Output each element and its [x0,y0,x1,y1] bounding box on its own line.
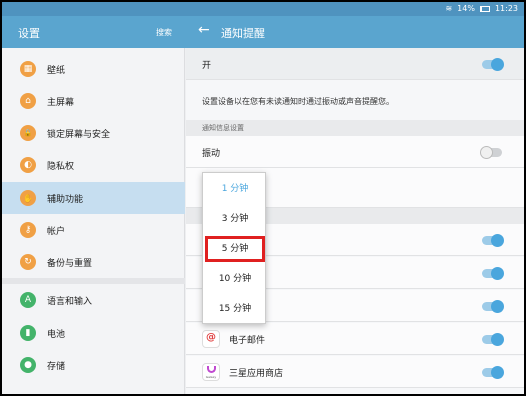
vibrate-label: 振动 [202,149,221,159]
settings-screen: ≋ 14% 11:23 设置 搜索 ← 通知提醒 ▦ 壁纸 ⌂ 主屏幕 🔒 锁定… [2,2,524,394]
sidebar-item-label: 主屏幕 [47,97,75,108]
sidebar-item-privacy[interactable]: ◐ 隐私权 [2,149,185,181]
battery-icon [479,5,490,12]
vibrate-row[interactable]: 振动 [186,136,524,168]
sidebar-item-label: 隐私权 [47,161,75,172]
email-toggle[interactable] [482,333,504,346]
app-toggle[interactable] [482,267,504,280]
interval-dropdown: 1 分钟 3 分钟 5 分钟 10 分钟 15 分钟 [202,172,266,324]
search-button[interactable]: 搜索 [156,27,172,38]
master-switch-row[interactable]: 开 [186,48,524,80]
page-title: 通知提醒 [221,27,265,40]
key-icon: ⚷ [20,222,36,238]
option-1-minute[interactable]: 1 分钟 [203,174,267,204]
sidebar-item-label: 锁定屏幕与安全 [47,129,111,140]
app-bar: 设置 搜索 ← 通知提醒 [2,16,524,48]
sidebar-item-accessibility[interactable]: ✋ 辅助功能 [2,182,185,214]
vibrate-toggle[interactable] [480,146,502,159]
sidebar-item-label: 语言和输入 [47,296,93,307]
lock-icon: 🔒 [20,125,36,141]
sidebar-item-label: 帐户 [47,226,66,237]
home-icon: ⌂ [20,93,36,109]
wallpaper-icon: ▦ [20,61,36,77]
description-text: 设置设备以在您有未读通知时通过振动或声音提醒您。 [202,97,394,106]
sidebar-item-label: 电池 [47,329,66,340]
sidebar-item-home-screen[interactable]: ⌂ 主屏幕 [2,85,185,117]
galaxy-apps-toggle[interactable] [482,366,504,379]
sidebar-item-wallpaper[interactable]: ▦ 壁纸 [2,53,185,85]
back-arrow-icon[interactable]: ← [198,22,210,38]
battery-percent: 14% [457,4,475,13]
app-label: 三星应用商店 [229,369,284,379]
sidebar-item-label: 壁纸 [47,65,66,76]
wifi-icon: ≋ [445,4,453,13]
app-toggle[interactable] [482,234,504,247]
section-title: 通知信息设置 [202,124,244,132]
settings-title: 设置 [18,27,40,40]
option-10-minutes[interactable]: 10 分钟 [203,264,267,294]
sidebar-item-battery[interactable]: ▮ 电池 [2,317,185,349]
sidebar-item-label: 存储 [47,361,66,372]
backup-icon: ↻ [20,254,36,270]
sidebar-item-language-input[interactable]: A 语言和输入 [2,284,185,316]
status-bar: ≋ 14% 11:23 [2,2,524,16]
accessibility-icon: ✋ [20,190,36,206]
sidebar-item-label: 辅助功能 [47,194,84,205]
master-toggle[interactable] [482,58,504,71]
settings-sidebar: ▦ 壁纸 ⌂ 主屏幕 🔒 锁定屏幕与安全 ◐ 隐私权 ✋ 辅助功能 ⚷ 帐户 ↻… [2,48,185,394]
option-15-minutes[interactable]: 15 分钟 [203,294,267,324]
app-row-galaxy-apps[interactable]: Galaxy 三星应用商店 [186,356,524,388]
sidebar-item-backup-reset[interactable]: ↻ 备份与重置 [2,246,185,278]
app-label: 电子邮件 [229,336,266,346]
sidebar-item-lock-screen[interactable]: 🔒 锁定屏幕与安全 [2,117,185,149]
battery-icon: ▮ [20,325,36,341]
storage-icon: ● [20,357,36,373]
on-label: 开 [202,61,212,71]
app-toggle[interactable] [482,300,504,313]
sidebar-item-accounts[interactable]: ⚷ 帐户 [2,214,185,246]
highlight-box [205,236,265,262]
section-header: 通知信息设置 [186,120,524,136]
app-row-email[interactable]: 电子邮件 [186,323,524,355]
sidebar-item-storage[interactable]: ● 存储 [2,349,185,381]
clock: 11:23 [494,4,518,13]
language-icon: A [20,292,36,308]
privacy-icon: ◐ [20,157,36,173]
galaxy-apps-icon: Galaxy [202,363,220,381]
sidebar-item-label: 备份与重置 [47,258,93,269]
option-3-minutes[interactable]: 3 分钟 [203,204,267,234]
email-icon [202,330,220,348]
